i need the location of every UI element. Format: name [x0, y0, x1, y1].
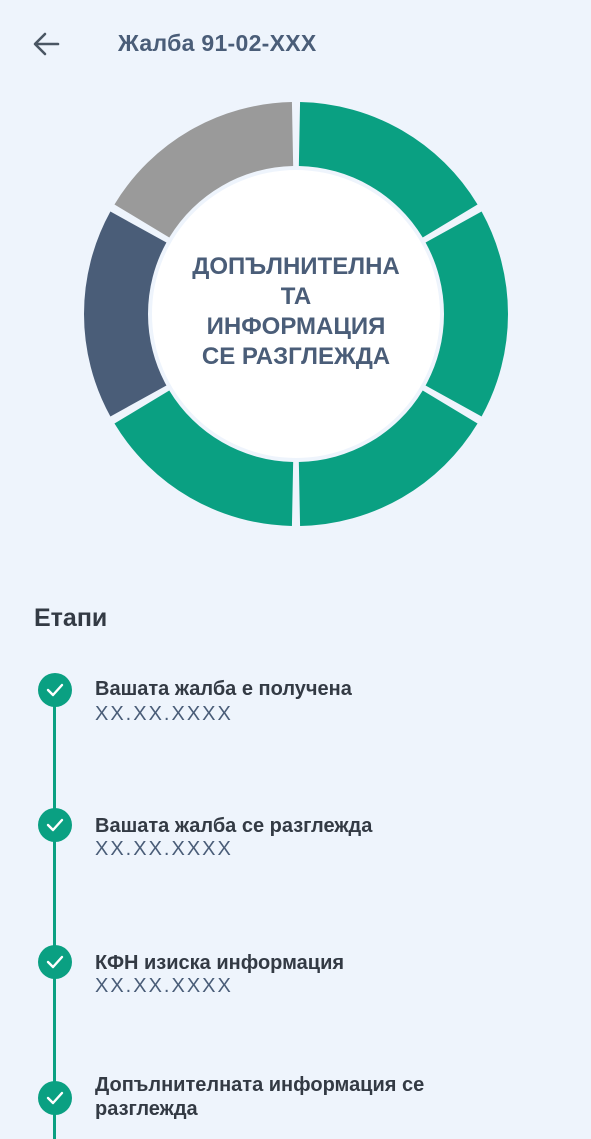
step-date: XX.XX.XXXX [95, 975, 233, 997]
check-icon [38, 673, 72, 707]
step-date: XX.XX.XXXX [95, 703, 233, 725]
step-date: XX.XX.XXXX [95, 838, 233, 860]
check-icon [38, 808, 72, 842]
arrow-left-icon [33, 32, 60, 56]
step-title: КФН изиска информация [95, 952, 345, 974]
header: Жалба 91-02-XXX [0, 0, 591, 90]
back-button[interactable] [28, 26, 64, 62]
check-icon [38, 1081, 72, 1115]
timeline-line [53, 700, 56, 1139]
step-title: Вашата жалба е получена [95, 678, 352, 700]
status-line: ТА [280, 283, 312, 310]
status-line: ИНФОРМАЦИЯ [206, 313, 386, 340]
stages-heading: Етапи [34, 604, 108, 632]
status-line: СЕ РАЗГЛЕЖДА [201, 343, 391, 370]
page-title: Жалба 91-02-XXX [118, 30, 317, 56]
status-label: ДОПЪЛНИТЕЛНА ТА ИНФОРМАЦИЯ СЕ РАЗГЛЕЖДА [160, 252, 432, 372]
step-title: Допълнителната информация се разглежда [95, 1074, 425, 1120]
check-icon [38, 945, 72, 979]
step-title: Вашата жалба се разглежда [95, 815, 373, 837]
status-line: ДОПЪЛНИТЕЛНА [192, 253, 400, 280]
